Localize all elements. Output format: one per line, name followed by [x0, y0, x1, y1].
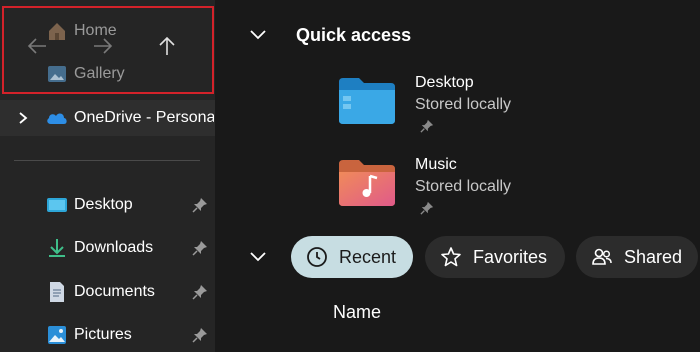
sidebar-item-pictures[interactable]: Pictures [0, 318, 215, 352]
sidebar-item-documents[interactable]: Documents [0, 275, 215, 309]
gallery-icon [48, 66, 66, 82]
item-name: Desktop [415, 74, 474, 91]
sidebar-item-gallery[interactable]: Gallery [0, 61, 215, 89]
navigation-pane: Home Gallery OneDrive - Persona Desktop … [0, 0, 215, 352]
filter-recent-button[interactable]: Recent [291, 236, 413, 278]
sidebar-item-label: Documents [74, 283, 155, 300]
column-header-name[interactable]: Name [333, 302, 381, 323]
filter-favorites-button[interactable]: Favorites [425, 236, 565, 278]
sidebar-item-label: OneDrive - Persona [74, 109, 214, 126]
filter-shared-button[interactable]: Shared [576, 236, 698, 278]
item-status: Stored locally [415, 178, 512, 195]
pin-icon[interactable] [192, 327, 208, 343]
sidebar-item-home[interactable]: Home [0, 18, 215, 46]
sidebar-item-label: Desktop [74, 196, 133, 213]
section-title-quick-access[interactable]: Quick access [296, 25, 411, 46]
filter-label: Recent [339, 246, 397, 267]
document-icon [50, 282, 64, 302]
pin-icon[interactable] [192, 240, 208, 256]
pin-icon[interactable] [192, 197, 208, 213]
chevron-down-icon[interactable] [248, 247, 268, 267]
desktop-folder-icon [339, 78, 395, 124]
cloud-icon [47, 113, 67, 124]
divider [14, 160, 200, 161]
desktop-icon [47, 198, 67, 212]
item-name: Music [415, 156, 457, 173]
pin-icon[interactable] [420, 201, 434, 215]
sidebar-item-desktop[interactable]: Desktop [0, 188, 215, 222]
filter-label: Shared [624, 246, 683, 267]
quick-access-item[interactable]: Music Stored locally [215, 146, 700, 218]
item-status: Stored locally [415, 96, 512, 113]
music-folder-icon [339, 160, 395, 206]
clock-icon [307, 247, 327, 267]
pin-icon[interactable] [420, 119, 434, 133]
home-icon [49, 23, 65, 40]
sidebar-item-label: Downloads [74, 239, 154, 256]
filter-label: Favorites [473, 246, 548, 267]
people-icon [592, 248, 612, 265]
file-explorer-window: Home Gallery OneDrive - Persona Desktop … [0, 0, 700, 352]
sidebar-item-label: Home [74, 22, 117, 39]
sidebar-item-onedrive[interactable]: OneDrive - Persona [0, 100, 215, 136]
chevron-right-icon[interactable] [16, 111, 30, 125]
content-pane: Quick access Desktop Stored locally Musi… [215, 0, 700, 352]
sidebar-item-label: Pictures [74, 326, 132, 343]
quick-access-item[interactable]: Desktop Stored locally [215, 64, 700, 136]
star-icon [441, 247, 461, 267]
pin-icon[interactable] [192, 284, 208, 300]
sidebar-item-downloads[interactable]: Downloads [0, 231, 215, 265]
download-icon [49, 239, 65, 257]
pictures-icon [48, 326, 66, 344]
sidebar-item-label: Gallery [74, 65, 125, 82]
chevron-down-icon[interactable] [248, 25, 268, 45]
